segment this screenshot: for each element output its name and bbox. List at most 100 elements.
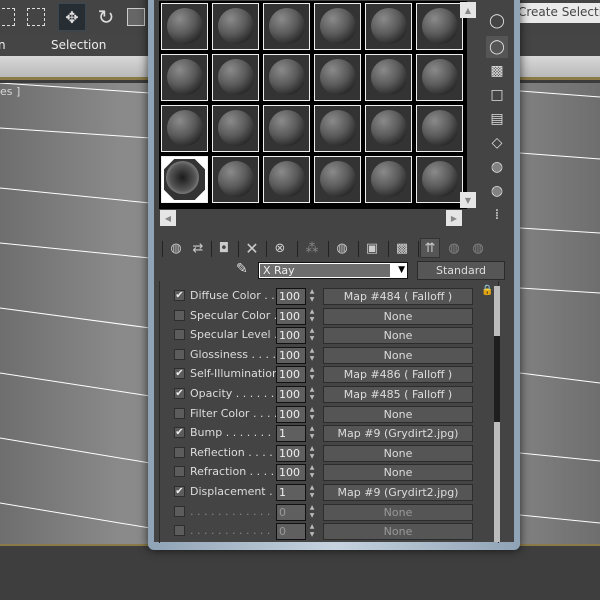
amount-spinner[interactable]: ▲ ▼	[307, 366, 317, 383]
amount-spinner[interactable]: ▲ ▼	[307, 425, 317, 442]
map-enable-checkbox[interactable]: ✔	[174, 388, 185, 399]
material-type-button[interactable]: Standard	[417, 261, 505, 280]
lock-icon[interactable]: 🔒	[481, 285, 493, 297]
assign-to-selection-icon[interactable]: ◘	[214, 238, 234, 258]
map-slot-button[interactable]: None	[323, 503, 473, 521]
map-slot-button[interactable]: None	[323, 464, 473, 482]
select-move-icon[interactable]: ✥	[58, 3, 86, 31]
map-enable-checkbox[interactable]	[174, 329, 185, 341]
map-enable-checkbox[interactable]	[174, 309, 185, 321]
eyedropper-icon[interactable]: ✎	[236, 261, 256, 279]
amount-spinner[interactable]: ▲ ▼	[307, 308, 317, 325]
slots-scroll-up-button[interactable]: ▲	[460, 2, 476, 18]
select-scale-icon[interactable]	[122, 3, 150, 31]
sample-slot[interactable]	[416, 54, 463, 101]
put-to-library-icon[interactable]: ⁂	[302, 238, 322, 258]
sample-slot[interactable]	[314, 3, 361, 50]
sample-type-icon[interactable]: ◯	[486, 10, 508, 32]
map-amount-input[interactable]: 0	[276, 523, 306, 541]
named-selection-input[interactable]: Create Selection Se	[516, 3, 600, 23]
map-slot-button[interactable]: Map #486 ( Falloff )	[323, 366, 473, 384]
map-amount-input[interactable]: 1	[276, 484, 306, 501]
show-end-result-icon[interactable]: ▩	[392, 238, 412, 258]
select-region-icon[interactable]	[0, 3, 20, 31]
material-map-navigator-icon[interactable]: ⁞	[486, 204, 508, 226]
sample-slot[interactable]	[314, 105, 361, 152]
select-rotate-icon[interactable]: ↻	[92, 3, 120, 31]
amount-spinner[interactable]: ▲ ▼	[307, 347, 317, 364]
amount-spinner[interactable]: ▲ ▼	[307, 464, 317, 481]
go-to-sibling-icon[interactable]: ◍	[468, 238, 488, 258]
map-slot-button[interactable]: Map #484 ( Falloff )	[323, 288, 473, 305]
window-crossing-icon[interactable]	[22, 3, 50, 31]
put-to-scene-icon[interactable]: ⇄	[188, 238, 208, 258]
make-preview-icon[interactable]: ◇	[486, 132, 508, 154]
map-enable-checkbox[interactable]	[174, 348, 185, 360]
background-icon[interactable]: ▩	[486, 60, 508, 82]
map-enable-checkbox[interactable]: ✔	[174, 486, 185, 497]
map-amount-input[interactable]: 100	[276, 464, 306, 482]
map-slot-button[interactable]: None	[323, 307, 473, 325]
select-by-material-icon[interactable]: ◍	[486, 180, 508, 202]
reset-map-icon[interactable]: ✕	[242, 238, 262, 258]
map-amount-input[interactable]: 0	[276, 503, 306, 521]
make-unique-icon[interactable]: ⊗	[270, 238, 290, 258]
video-color-check-icon[interactable]: ▤	[486, 108, 508, 130]
amount-spinner[interactable]: ▲ ▼	[307, 327, 317, 344]
options-icon[interactable]: ◍	[486, 156, 508, 178]
map-enable-checkbox[interactable]	[174, 505, 185, 517]
sample-slot[interactable]	[365, 54, 412, 101]
slots-scroll-right-button[interactable]: ▶	[446, 210, 462, 226]
amount-spinner[interactable]: ▲ ▼	[307, 445, 317, 462]
sample-slot[interactable]	[416, 3, 463, 50]
map-amount-input[interactable]: 100	[276, 444, 306, 462]
scrollbar-thumb[interactable]	[494, 336, 500, 422]
slots-scroll-down-button[interactable]: ▼	[460, 192, 476, 208]
sample-slot[interactable]	[263, 54, 310, 101]
amount-spinner[interactable]: ▲ ▼	[307, 484, 317, 501]
map-slot-button[interactable]: None	[323, 405, 473, 423]
sample-slot[interactable]	[263, 3, 310, 50]
map-slot-button[interactable]: None	[323, 327, 473, 345]
map-slot-button[interactable]: Map #485 ( Falloff )	[323, 386, 473, 403]
map-amount-input[interactable]: 100	[276, 307, 306, 325]
map-amount-input[interactable]: 100	[276, 288, 306, 305]
sample-slot[interactable]	[212, 3, 259, 50]
sample-slot[interactable]	[212, 105, 259, 152]
go-to-parent-icon[interactable]: ⇈	[420, 238, 440, 258]
map-enable-checkbox[interactable]: ✔	[174, 368, 185, 380]
menu-item-selection[interactable]: Selection	[51, 38, 106, 52]
amount-spinner[interactable]: ▲ ▼	[307, 288, 317, 305]
map-enable-checkbox[interactable]	[174, 525, 185, 537]
material-name-value[interactable]: X Ray	[260, 264, 390, 277]
map-enable-checkbox[interactable]: ✔	[174, 290, 185, 301]
sample-slot[interactable]	[314, 54, 361, 101]
map-slot-button[interactable]: Map #9 (Grydirt2.jpg)	[323, 484, 473, 501]
sample-slot[interactable]	[212, 54, 259, 101]
map-slot-button[interactable]: Map #9 (Grydirt2.jpg)	[323, 425, 473, 443]
material-id-channel-icon[interactable]: ◍	[332, 238, 352, 258]
amount-spinner[interactable]: ▲ ▼	[307, 406, 317, 423]
time-slider-bar[interactable]	[0, 544, 600, 600]
sample-slot[interactable]	[365, 3, 412, 50]
go-forward-icon[interactable]: ◍	[444, 238, 464, 258]
slots-scroll-left-button[interactable]: ◀	[160, 210, 176, 226]
sample-slot[interactable]	[161, 105, 208, 152]
amount-spinner[interactable]: ▲ ▼	[307, 386, 317, 403]
map-amount-input[interactable]: 100	[276, 405, 306, 423]
sample-uv-tiling-icon[interactable]: □	[486, 84, 508, 106]
sample-slot[interactable]	[416, 156, 463, 203]
map-enable-checkbox[interactable]	[174, 446, 185, 458]
map-amount-input[interactable]: 100	[276, 346, 306, 364]
sample-slot[interactable]	[161, 156, 208, 203]
backlight-icon[interactable]: ◯	[486, 36, 508, 58]
amount-spinner[interactable]: ▲ ▼	[307, 523, 317, 540]
show-map-in-viewport-icon[interactable]: ▣	[362, 238, 382, 258]
map-amount-input[interactable]: 100	[276, 327, 306, 345]
map-enable-checkbox[interactable]: ✔	[174, 427, 185, 439]
map-amount-input[interactable]: 100	[276, 386, 306, 403]
map-slot-button[interactable]: None	[323, 444, 473, 462]
menu-item[interactable]: n	[0, 38, 6, 52]
map-slot-button[interactable]: None	[323, 523, 473, 541]
sample-slot[interactable]	[365, 156, 412, 203]
